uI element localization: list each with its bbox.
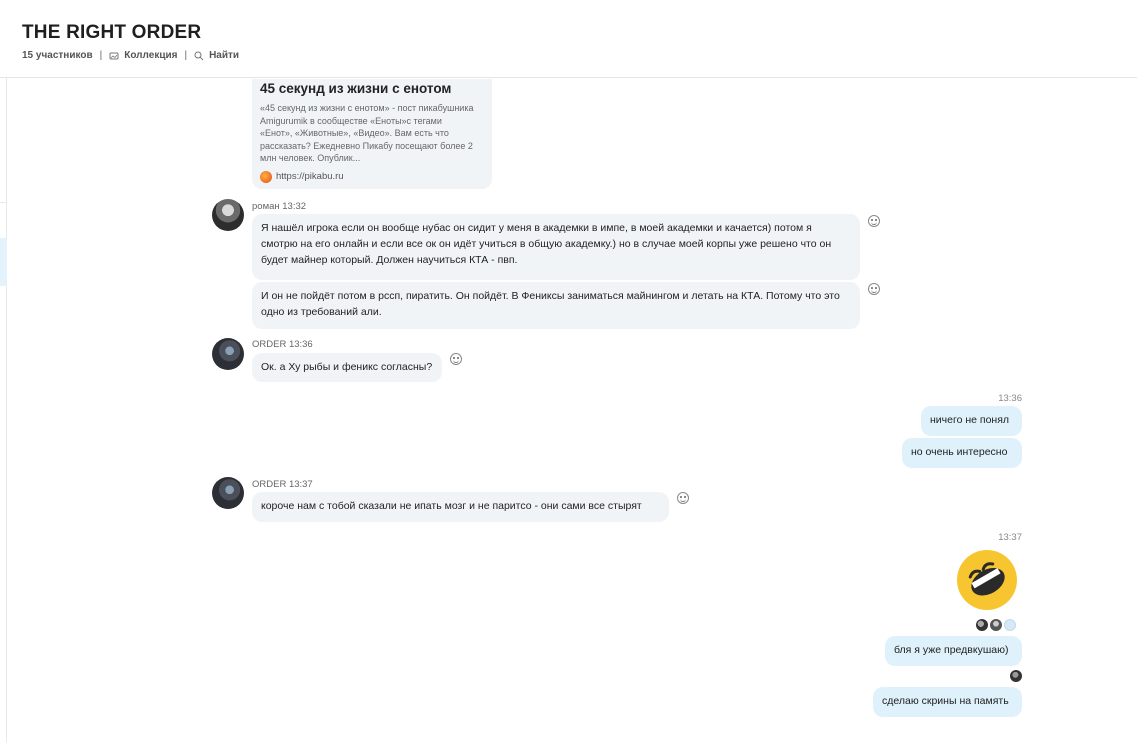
smiley-reaction-icon[interactable]: [868, 215, 880, 227]
gallery-icon: [109, 52, 119, 59]
message-bubble[interactable]: И он не пойдёт потом в рссп, пиратить. О…: [252, 282, 860, 329]
avatar[interactable]: [212, 338, 244, 370]
participants-count[interactable]: 15 участников: [22, 50, 93, 61]
read-receipt-avatar: [1010, 670, 1022, 682]
message-time: 13:36: [998, 393, 1022, 404]
search-link[interactable]: Найти: [209, 50, 239, 61]
link-preview-title[interactable]: 45 секунд из жизни с енотом: [260, 81, 484, 96]
message-bubble[interactable]: ничего не понял: [921, 406, 1022, 436]
message-bubble[interactable]: Ок. а Ху рыбы и феникс согласны?: [252, 353, 442, 382]
meta-separator: |: [184, 50, 188, 61]
avatar[interactable]: [212, 477, 244, 509]
smiley-reaction-icon[interactable]: [450, 353, 462, 365]
chat-header: THE RIGHT ORDER 15 участников | Коллекци…: [0, 0, 1137, 78]
chat-meta: 15 участников | Коллекция | Найти: [22, 50, 239, 61]
message-bubble[interactable]: бля я уже предвкушаю): [885, 636, 1022, 666]
search-icon: [194, 51, 204, 60]
message-list[interactable]: 45 секунд из жизни с енотом «45 секунд и…: [0, 79, 1137, 742]
collection-link[interactable]: Коллекция: [124, 50, 177, 61]
smiley-reaction-icon[interactable]: [677, 492, 689, 504]
message-bubble[interactable]: сделаю скрины на память: [873, 687, 1022, 717]
link-preview-source[interactable]: https://pikabu.ru: [260, 170, 484, 183]
message-sender-time: роман 13:32: [252, 201, 307, 212]
message-sender-time: ORDER 13:37: [252, 479, 313, 490]
smiley-reaction-icon[interactable]: [868, 283, 880, 295]
message-bubble[interactable]: короче нам с тобой сказали не ипать мозг…: [252, 492, 669, 522]
avatar[interactable]: [212, 199, 244, 231]
reaction-avatar: [990, 619, 1002, 631]
pikabu-icon: [260, 170, 272, 183]
link-preview-url[interactable]: https://pikabu.ru: [276, 171, 344, 182]
message-bubble[interactable]: но очень интересно: [902, 438, 1022, 468]
meta-separator: |: [99, 50, 103, 61]
reaction-avatar: [976, 619, 988, 631]
laughing-emoji-icon[interactable]: [956, 549, 1018, 611]
reaction-avatars[interactable]: [976, 619, 1016, 631]
message-sender-time: ORDER 13:36: [252, 339, 313, 350]
link-preview-card[interactable]: 45 секунд из жизни с енотом «45 секунд и…: [252, 79, 492, 189]
more-reactions-icon[interactable]: [1004, 619, 1016, 631]
link-preview-description: «45 секунд из жизни с енотом» - пост пик…: [260, 103, 474, 163]
chat-title[interactable]: THE RIGHT ORDER: [22, 22, 201, 44]
message-time: 13:37: [998, 532, 1022, 543]
message-bubble[interactable]: Я нашёл игрока если он вообще нубас он с…: [252, 214, 860, 280]
